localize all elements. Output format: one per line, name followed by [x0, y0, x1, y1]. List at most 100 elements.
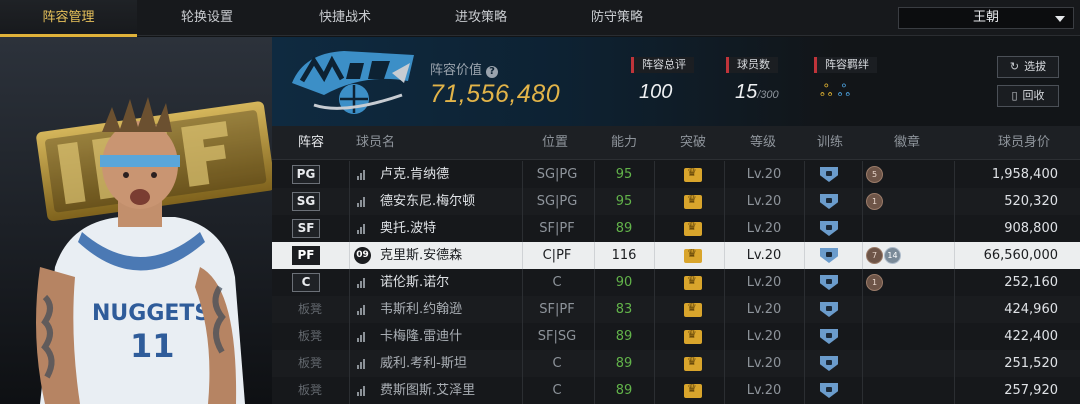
player-level: Lv.20 — [746, 356, 782, 371]
player-ability: 89 — [615, 221, 633, 236]
select-button[interactable]: ↻ 选拔 — [997, 56, 1059, 78]
table-row[interactable]: C 诺伦斯.诺尔 C 90 Lv.20 1 252,160 — [272, 269, 1080, 296]
training-shield-icon[interactable] — [820, 275, 838, 290]
player-value: 422,400 — [1004, 329, 1058, 344]
players-value: 15 — [735, 81, 758, 103]
breakthrough-crown-icon[interactable] — [684, 220, 702, 236]
player-ability: 90 — [615, 275, 633, 290]
slot-position-tag[interactable]: C — [292, 273, 320, 292]
slot-position-tag[interactable]: SG — [292, 192, 320, 211]
table-row[interactable]: 板凳 韦斯利.约翰逊 SF|PF 83 Lv.20 424,960 — [272, 296, 1080, 323]
breakthrough-crown-icon[interactable] — [684, 328, 702, 344]
breakthrough-crown-icon[interactable] — [684, 247, 702, 263]
signal-bars-icon — [357, 170, 367, 180]
badge-icon[interactable]: 1 — [866, 193, 883, 210]
player-name[interactable]: 威利.考利-斯坦 — [380, 350, 467, 377]
training-shield-icon[interactable] — [820, 302, 838, 317]
col-level: 等级 — [750, 135, 777, 150]
badge-icon[interactable]: 1 — [866, 274, 883, 291]
breakthrough-crown-icon[interactable] — [684, 193, 702, 209]
recycle-button[interactable]: ▯ 回收 — [997, 85, 1059, 107]
team-logo — [292, 51, 414, 114]
player-value: 424,960 — [1004, 302, 1058, 317]
table-row[interactable]: 板凳 威利.考利-斯坦 C 89 Lv.20 251,520 — [272, 350, 1080, 377]
table-row[interactable]: PG 卢克.肯纳德 SG|PG 95 Lv.20 5 1,958,400 — [272, 161, 1080, 188]
column-divider — [654, 377, 655, 404]
column-divider — [862, 350, 863, 377]
bond-blue-icon: ஃ — [837, 81, 851, 100]
training-shield-icon[interactable] — [820, 221, 838, 236]
slot-position-tag[interactable]: SF — [292, 219, 320, 238]
training-shield-icon[interactable] — [820, 248, 838, 263]
player-ability: 89 — [615, 329, 633, 344]
breakthrough-crown-icon[interactable] — [684, 166, 702, 182]
column-divider — [862, 296, 863, 323]
team-select-value: 王朝 — [972, 10, 999, 25]
signal-bars-icon — [357, 197, 367, 207]
player-value: 257,920 — [1004, 383, 1058, 398]
table-row[interactable]: 板凳 卡梅隆.雷迪什 SF|SG 89 Lv.20 422,400 — [272, 323, 1080, 350]
slot-bench-label: 板凳 — [298, 383, 323, 397]
bond-icons[interactable]: ஃ ஃ — [820, 81, 850, 102]
breakthrough-crown-icon[interactable] — [684, 355, 702, 371]
breakthrough-crown-icon[interactable] — [684, 274, 702, 290]
tab-offense-strategy[interactable]: 进攻策略 — [413, 0, 549, 36]
tab-lineup-management[interactable]: 阵容管理 — [0, 0, 137, 37]
table-row[interactable]: SF 奥托.波特 SF|PF 89 Lv.20 908,800 — [272, 215, 1080, 242]
badge-icon[interactable]: 5 — [866, 166, 883, 183]
player-value: 1,958,400 — [991, 167, 1058, 182]
training-shield-icon[interactable] — [820, 167, 838, 182]
player-name[interactable]: 卡梅隆.雷迪什 — [380, 323, 462, 350]
player-name[interactable]: 奥托.波特 — [380, 215, 436, 242]
col-ability: 能力 — [611, 135, 638, 150]
tab-defense-strategy[interactable]: 防守策略 — [549, 0, 685, 36]
breakthrough-crown-icon[interactable] — [684, 301, 702, 317]
player-value: 908,800 — [1004, 221, 1058, 236]
player-ability: 89 — [615, 383, 633, 398]
svg-text:11: 11 — [130, 327, 175, 365]
training-shield-icon[interactable] — [820, 356, 838, 371]
player-value: 251,520 — [1004, 356, 1058, 371]
player-name[interactable]: 卢克.肯纳德 — [380, 161, 449, 188]
signal-bars-icon — [357, 332, 367, 342]
breakthrough-crown-icon[interactable] — [684, 382, 702, 398]
help-icon[interactable]: ? — [486, 66, 499, 78]
tab-quick-tactics[interactable]: 快捷战术 — [277, 0, 413, 36]
training-shield-icon[interactable] — [820, 383, 838, 398]
player-portrait: NUGGETS 11 — [0, 37, 272, 404]
table-row[interactable]: SG 德安东尼.梅尔顿 SG|PG 95 Lv.20 1 520,320 — [272, 188, 1080, 215]
recycle-icon: ▯ — [1011, 89, 1018, 102]
column-divider — [862, 323, 863, 350]
slot-position-tag[interactable]: PG — [292, 165, 320, 184]
training-shield-icon[interactable] — [820, 194, 838, 209]
column-divider — [349, 242, 350, 269]
team-select-dropdown[interactable]: 王朝 — [898, 7, 1074, 29]
player-name[interactable]: 诺伦斯.诺尔 — [380, 269, 449, 296]
column-divider — [804, 323, 805, 350]
column-divider — [349, 323, 350, 350]
player-name[interactable]: 克里斯.安德森 — [380, 242, 462, 269]
rating-label: 阵容总评 — [631, 57, 694, 73]
slot-position-tag[interactable]: PF — [292, 246, 320, 265]
badge-icon[interactable]: 14 — [884, 247, 901, 264]
badge-icon[interactable]: 7 — [866, 247, 883, 264]
slot-bench-label: 板凳 — [298, 329, 323, 343]
select-button-label: 选拔 — [1024, 60, 1047, 73]
column-divider — [654, 242, 655, 269]
player-name[interactable]: 费斯图斯.艾泽里 — [380, 377, 475, 404]
column-divider — [349, 377, 350, 404]
column-divider — [349, 215, 350, 242]
roster-table: 阵容 球员名 位置 能力 突破 等级 训练 徽章 球员身价 PG 卢克.肯纳德 SG… — [272, 126, 1080, 404]
column-divider — [862, 215, 863, 242]
player-ability: 83 — [615, 302, 633, 317]
player-level: Lv.20 — [746, 302, 782, 317]
tab-rotation-settings[interactable]: 轮换设置 — [137, 0, 277, 36]
table-row[interactable]: PF 09 克里斯.安德森 C|PF 116 Lv.20 714 66,560,000 — [272, 242, 1080, 269]
table-row[interactable]: 板凳 费斯图斯.艾泽里 C 89 Lv.20 257,920 — [272, 377, 1080, 404]
player-name[interactable]: 韦斯利.约翰逊 — [380, 296, 462, 323]
training-shield-icon[interactable] — [820, 329, 838, 344]
jersey-number-badge: 09 — [354, 247, 371, 264]
player-name[interactable]: 德安东尼.梅尔顿 — [380, 188, 475, 215]
lineup-info-bar: 阵容价值? 71,556,480 阵容总评 100 球员数 15/300 阵容羁… — [272, 37, 1080, 126]
column-divider — [804, 188, 805, 215]
